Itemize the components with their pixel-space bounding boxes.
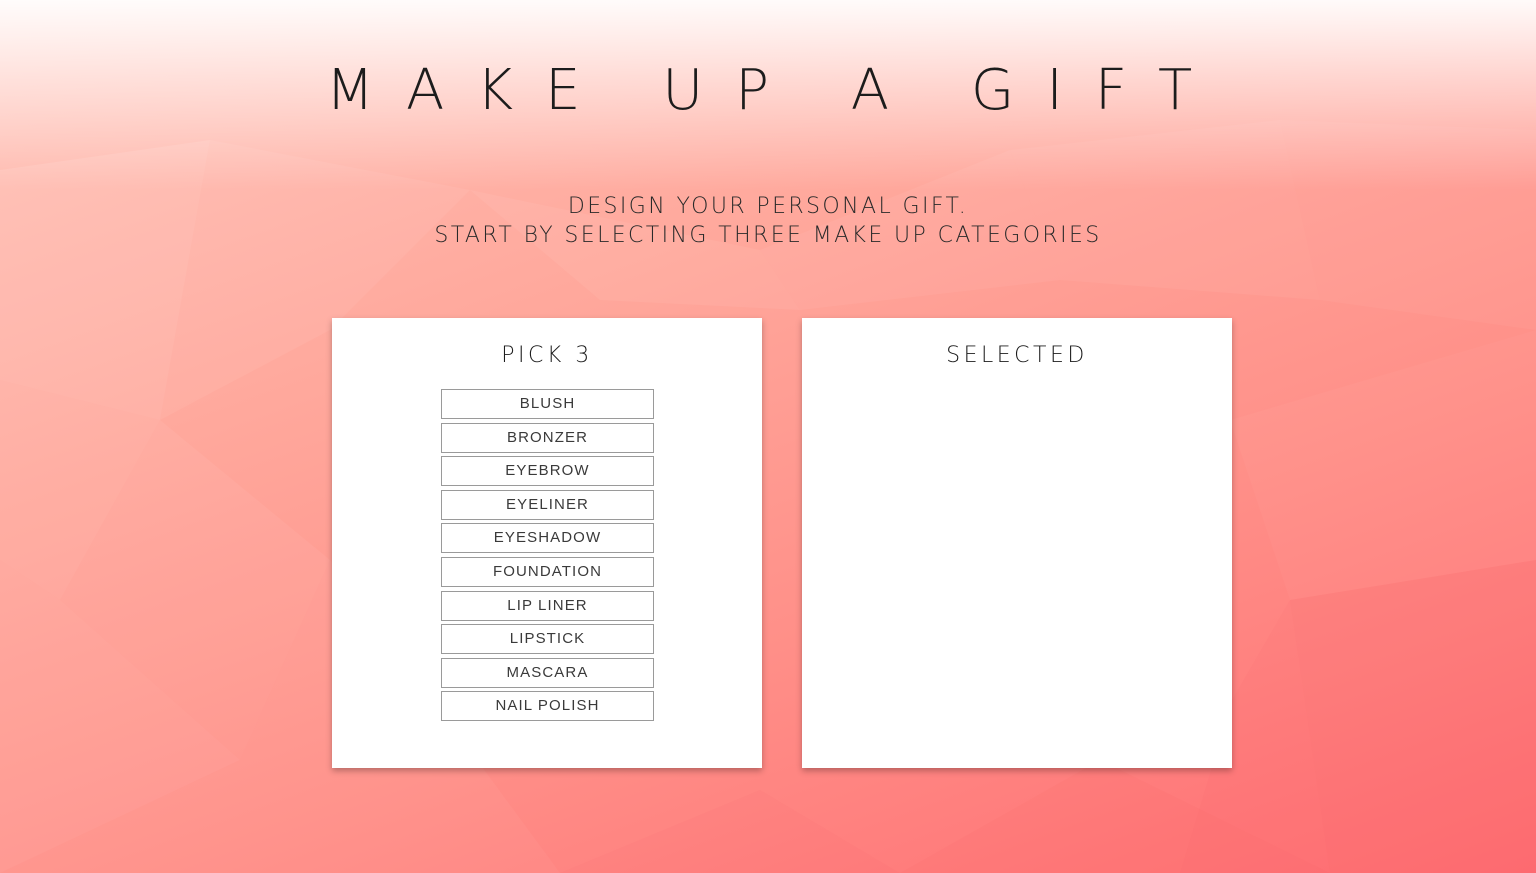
page-subtitle: DESIGN YOUR PERSONAL GIFT. START BY SELE…: [0, 192, 1536, 250]
category-button-lipstick[interactable]: LIPSTICK: [441, 624, 654, 655]
category-button-mascara[interactable]: MASCARA: [441, 657, 654, 688]
category-button-nail-polish[interactable]: NAIL POLISH: [441, 691, 654, 722]
category-button-eyeliner[interactable]: EYELINER: [441, 489, 654, 520]
category-button-foundation[interactable]: FOUNDATION: [441, 556, 654, 587]
category-button-blush[interactable]: BLUSH: [441, 389, 654, 419]
category-button-eyebrow[interactable]: EYEBROW: [441, 456, 654, 487]
selected-drop-area: [822, 388, 1212, 748]
category-button-eyeshadow[interactable]: EYESHADOW: [441, 523, 654, 554]
subtitle-line-2: START BY SELECTING THREE MAKE UP CATEGOR…: [434, 223, 1102, 248]
selected-panel-title: SELECTED: [946, 343, 1088, 368]
subtitle-line-1: DESIGN YOUR PERSONAL GIFT.: [567, 194, 969, 219]
page-title: MAKE UP A GIFT: [325, 58, 1225, 123]
selected-panel: SELECTED: [802, 318, 1232, 768]
pick-panel-title: PICK 3: [501, 343, 593, 368]
category-list: BLUSH BRONZER EYEBROW EYELINER EYESHADOW…: [441, 389, 654, 725]
category-button-bronzer[interactable]: BRONZER: [441, 422, 654, 453]
pick-panel: PICK 3 BLUSH BRONZER EYEBROW EYELINER EY…: [332, 318, 762, 768]
category-button-lip-liner[interactable]: LIP LINER: [441, 590, 654, 621]
